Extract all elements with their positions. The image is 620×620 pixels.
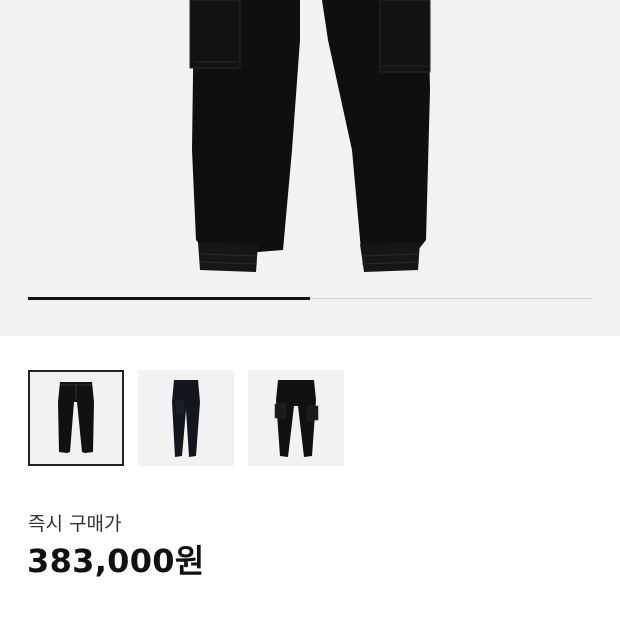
pants-pocket-thumbnail <box>274 380 319 457</box>
carousel-progress-track <box>28 297 592 300</box>
pants-front-thumbnail <box>58 382 94 453</box>
carousel-progress-indicator <box>28 297 310 300</box>
price-value: 383,000원 <box>27 542 205 580</box>
thumb-side-view[interactable] <box>138 370 234 466</box>
thumb-pocket-view[interactable] <box>248 370 344 466</box>
product-main-image <box>189 0 431 272</box>
pants-side-thumbnail <box>172 380 200 457</box>
thumb-front-view[interactable] <box>28 370 124 466</box>
price-label: 즉시 구매가 <box>28 513 122 535</box>
product-image-carousel[interactable] <box>0 0 620 336</box>
